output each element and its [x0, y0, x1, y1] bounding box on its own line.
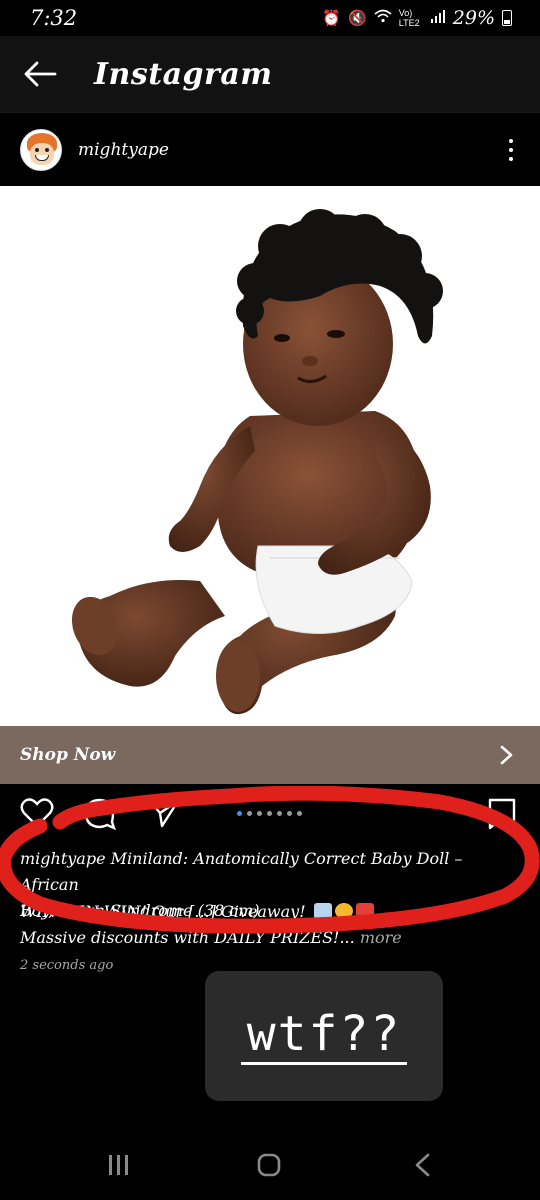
- shop-now-label: Shop Now: [20, 745, 116, 765]
- battery-icon: [502, 10, 512, 26]
- back-nav-icon[interactable]: [410, 1152, 436, 1178]
- post-image[interactable]: [0, 186, 540, 726]
- carousel-dot: [297, 811, 302, 816]
- mute-icon: 🔇: [348, 10, 367, 27]
- more-link[interactable]: more: [360, 928, 402, 947]
- share-icon[interactable]: [148, 798, 180, 828]
- caption-line-3: WIN WIN WIN! Our [...] Giveaway!: [20, 902, 306, 921]
- post-header: mightyape: [0, 112, 540, 186]
- signal-icon: [430, 9, 446, 27]
- avatar[interactable]: [20, 128, 62, 171]
- caption-continued: WIN WIN WIN! Our [...] Giveaway! Massive…: [20, 899, 520, 951]
- wtf-sticker: wtf??: [205, 971, 443, 1101]
- comment-icon[interactable]: [84, 798, 116, 830]
- carousel-dot: [287, 811, 292, 816]
- caption-username[interactable]: mightyape: [20, 849, 106, 868]
- shop-now-bar[interactable]: Shop Now: [0, 726, 540, 784]
- network-label: Vo) LTE2: [398, 8, 420, 28]
- caption-line-4: Massive discounts with DAILY PRIZES!...: [20, 928, 355, 947]
- status-bar: 7:32 ⏰ 🔇 Vo) LTE2 29%: [0, 0, 540, 36]
- back-arrow-icon[interactable]: [0, 36, 80, 112]
- more-vertical-icon[interactable]: [506, 135, 516, 165]
- heart-icon[interactable]: [20, 798, 54, 828]
- carousel-dot: [247, 811, 252, 816]
- recents-icon[interactable]: [106, 1152, 132, 1178]
- sticker-text: wtf??: [240, 1008, 408, 1065]
- app-header: Instagram: [0, 36, 540, 112]
- product-photo: [71, 209, 443, 715]
- app-title: Instagram: [94, 56, 273, 92]
- carousel-dot: [277, 811, 282, 816]
- party-face-emoji-icon: [334, 903, 353, 919]
- chevron-right-icon: [500, 745, 513, 765]
- alarm-icon: ⏰: [322, 10, 342, 27]
- system-nav-bar: [0, 1130, 540, 1200]
- gift-emoji-icon: [355, 903, 374, 919]
- bookmark-icon[interactable]: [488, 798, 516, 830]
- status-time: 7:32: [30, 6, 78, 30]
- carousel-dot: [267, 811, 272, 816]
- post-username[interactable]: mightyape: [78, 140, 169, 160]
- carousel-dot: [257, 811, 262, 816]
- carousel-dot: [237, 811, 242, 816]
- battery-percent: 29%: [452, 7, 495, 29]
- wifi-icon: [374, 9, 392, 27]
- carousel-dots: [237, 811, 302, 816]
- status-icons: ⏰ 🔇 Vo) LTE2 29%: [322, 7, 512, 29]
- post-timestamp: 2 seconds ago: [20, 958, 114, 973]
- home-icon[interactable]: [256, 1152, 282, 1178]
- robot-emoji-icon: [313, 903, 332, 919]
